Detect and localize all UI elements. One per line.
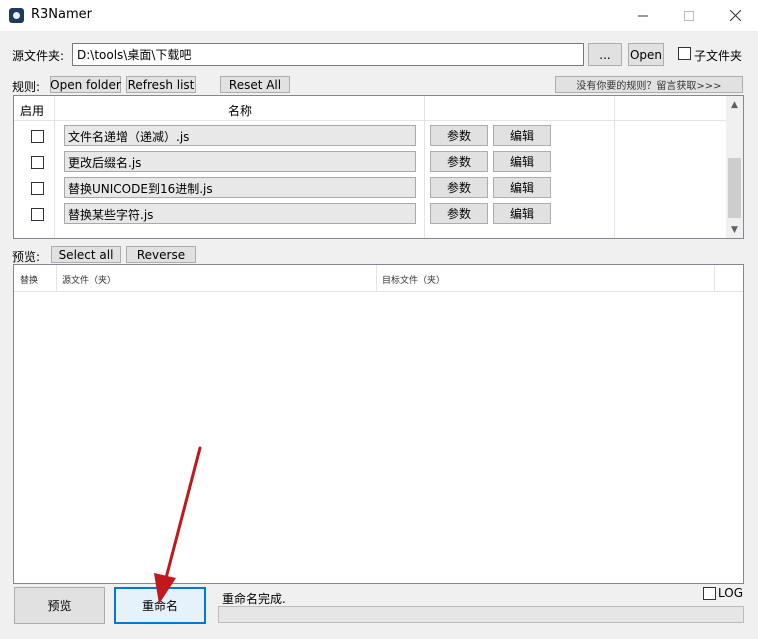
annotation-arrow-icon — [154, 446, 202, 604]
